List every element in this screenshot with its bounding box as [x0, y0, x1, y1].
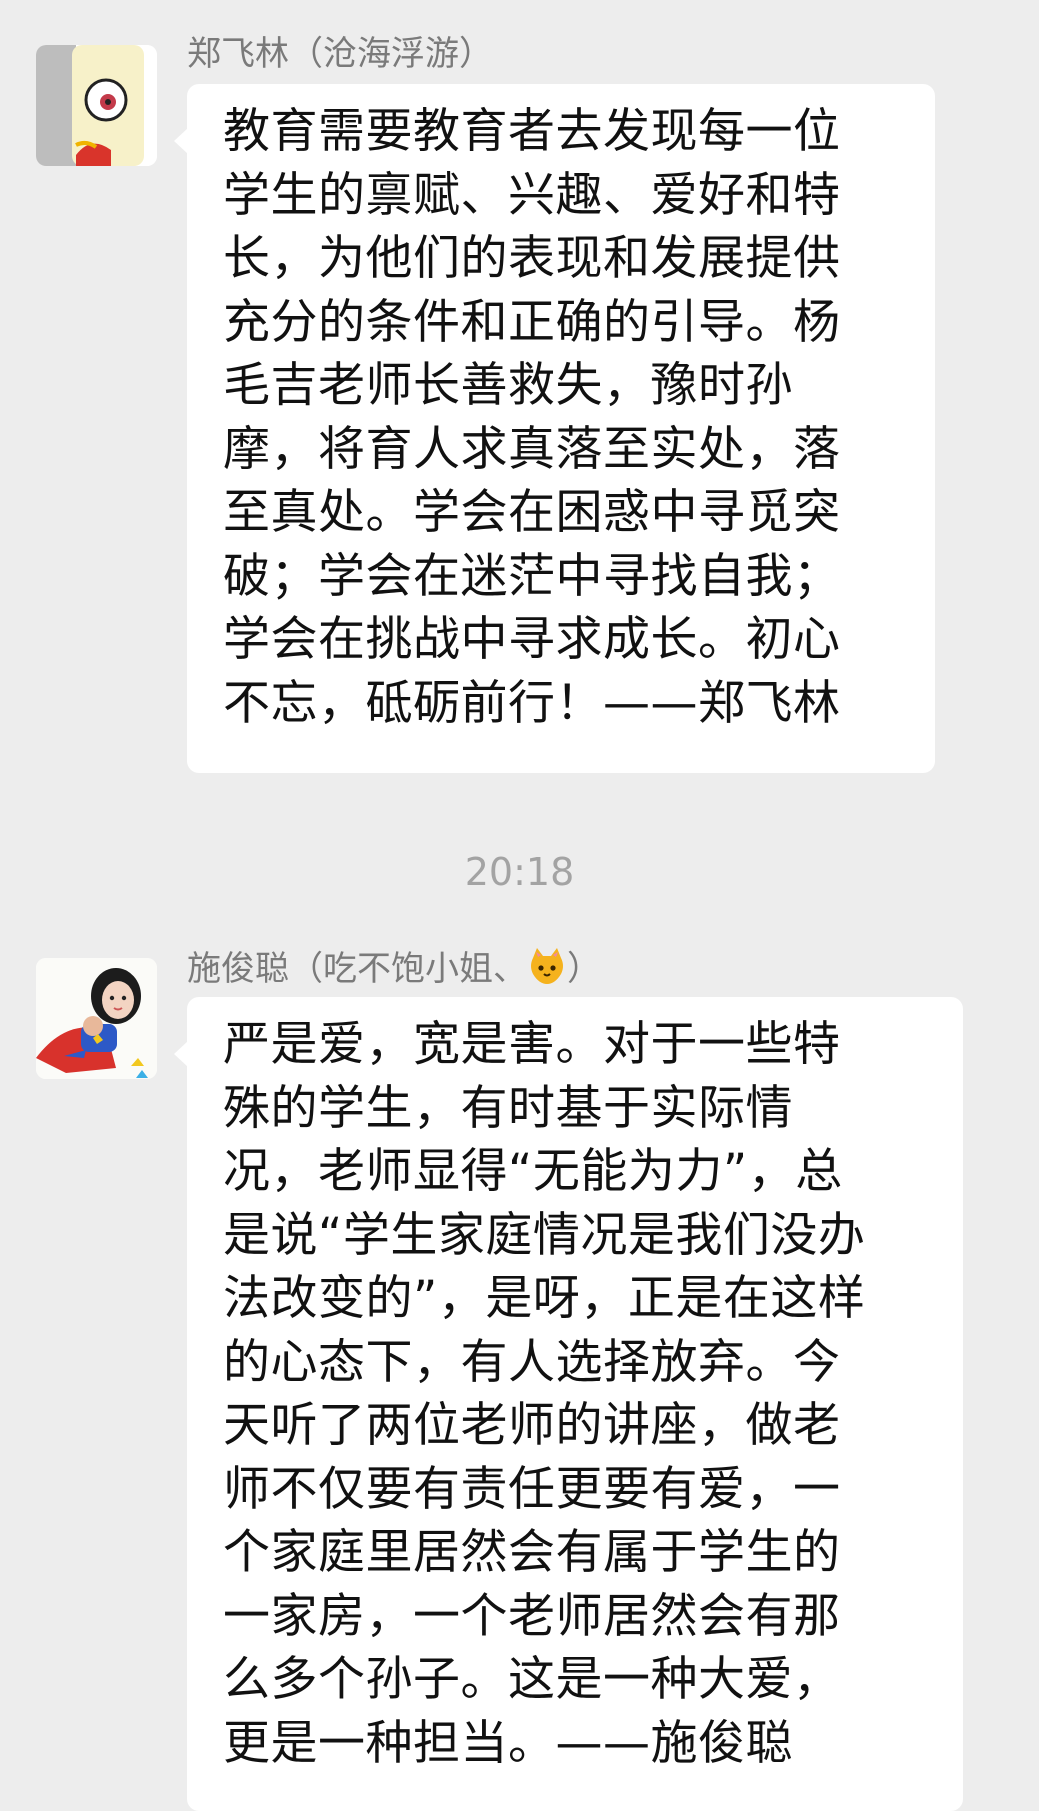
sender-name: 施俊聪（吃不饱小姐、 ）	[187, 946, 601, 995]
sender-name-text: 施俊聪（吃不饱小姐、	[187, 949, 527, 989]
chat-timestamp: 20:18	[464, 850, 575, 894]
avatar[interactable]	[36, 958, 157, 1079]
sender-name: 郑飞林（沧海浮游）	[187, 34, 493, 74]
avatar[interactable]	[36, 45, 157, 166]
message-bubble[interactable]: 教育需要教育者去发现每一位 学生的禀赋、兴趣、爱好和特 长，为他们的表现和发展提…	[174, 84, 935, 773]
chat-message: 郑飞林（沧海浮游） 教育需要教育者去发现每一位 学生的禀赋、兴趣、爱好和特 长，…	[0, 0, 1039, 800]
sender-name-suffix: ）	[567, 949, 601, 989]
message-bubble[interactable]: 严是爱，宽是害。对于一些特 殊的学生，有时基于实际情 况，老师显得“无能为力”，…	[174, 997, 963, 1811]
cat-emoji-icon	[527, 946, 567, 995]
cartoon-avatar-icon	[36, 45, 157, 166]
superhero-photo-avatar-icon	[36, 958, 157, 1079]
chat-message: 施俊聪（吃不饱小姐、 ） 严是爱，宽是害。对于一些特 殊的学生，有时基于实际情 况…	[0, 930, 1039, 1811]
